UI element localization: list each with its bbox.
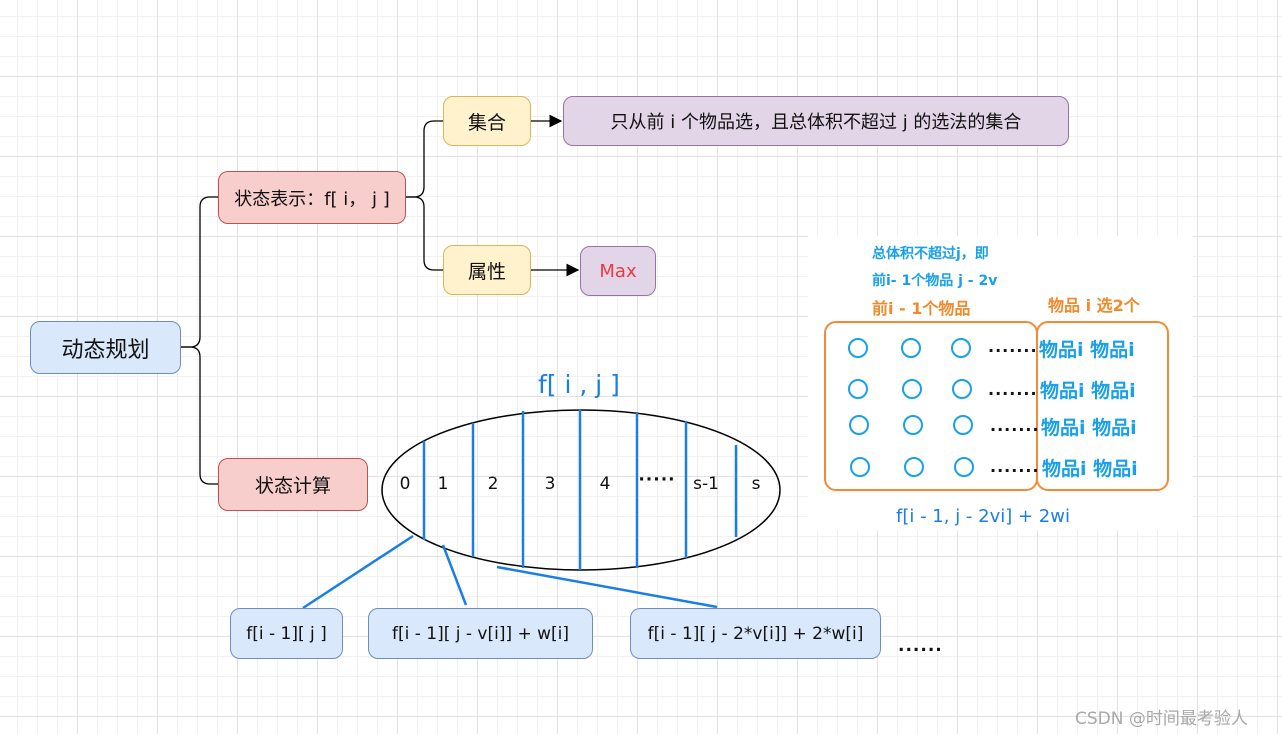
attribute-node[interactable]: 属性 bbox=[443, 245, 531, 295]
partition-cell: s bbox=[751, 474, 761, 494]
item-circle bbox=[850, 457, 870, 477]
transition-connector bbox=[302, 534, 414, 610]
item-circle bbox=[901, 338, 921, 358]
partition-cell: 0 bbox=[399, 474, 411, 494]
item-circle bbox=[951, 338, 971, 358]
partition-cell: 1 bbox=[437, 474, 449, 494]
partition-cell: 2 bbox=[487, 474, 499, 494]
root-node[interactable]: 动态规划 bbox=[30, 321, 181, 374]
partition-cell: ····· bbox=[638, 470, 676, 490]
item-i-label: 物品i 物品i bbox=[1040, 380, 1136, 402]
inset-item-pick-label: 物品 i 选2个 bbox=[1048, 296, 1140, 315]
dots: ....... bbox=[988, 337, 1038, 356]
more-transitions-ellipsis: ...... bbox=[898, 636, 943, 656]
edge-state-rep-to-attr bbox=[406, 196, 443, 271]
dots: ....... bbox=[988, 380, 1038, 399]
edge-root-to-state-calc bbox=[181, 346, 218, 485]
state-computation-node[interactable]: 状态计算 bbox=[218, 458, 368, 511]
partition-cell: 3 bbox=[544, 474, 556, 494]
inset-note-line1: 总体积不超过j，即 bbox=[872, 246, 989, 262]
transition-node-1[interactable]: f[i - 1][ j - v[i]] + w[i] bbox=[368, 608, 593, 659]
item-circle bbox=[902, 379, 922, 399]
item-circle bbox=[903, 415, 923, 435]
partition-title: f[ i , j ] bbox=[538, 370, 620, 399]
item-circle bbox=[848, 379, 868, 399]
dots: ....... bbox=[990, 457, 1040, 476]
item-circle bbox=[953, 415, 973, 435]
item-i-label: 物品i 物品i bbox=[1042, 458, 1138, 480]
item-circle bbox=[954, 457, 974, 477]
edge-root-to-state-rep bbox=[181, 196, 218, 348]
item-circle bbox=[849, 415, 869, 435]
item-circle bbox=[904, 457, 924, 477]
state-representation-node[interactable]: 状态表示：f[ i， j ] bbox=[218, 171, 406, 224]
inset-formula: f[i - 1, j - 2vi] + 2wi bbox=[896, 506, 1070, 527]
item-circle bbox=[952, 379, 972, 399]
transition-node-2[interactable]: f[i - 1][ j - 2*v[i]] + 2*w[i] bbox=[630, 608, 881, 659]
max-node[interactable]: Max bbox=[580, 246, 656, 296]
partition-cell: s-1 bbox=[693, 474, 719, 494]
inset-prev-items-label: 前i - 1个物品 bbox=[872, 299, 971, 318]
transition-node-0[interactable]: f[i - 1][ j ] bbox=[230, 608, 343, 659]
edge-state-rep-to-set bbox=[406, 120, 443, 198]
partition-cell: 4 bbox=[599, 474, 611, 494]
item-circle bbox=[848, 338, 868, 358]
watermark: CSDN @时间最考验人 bbox=[1075, 709, 1248, 729]
inset-note-line2: 前i- 1个物品 j - 2v bbox=[872, 273, 998, 289]
dots: ....... bbox=[990, 416, 1040, 435]
set-node[interactable]: 集合 bbox=[443, 96, 531, 146]
item-i-label: 物品i 物品i bbox=[1041, 417, 1137, 439]
item-i-label: 物品i 物品i bbox=[1039, 339, 1135, 361]
transition-connector bbox=[496, 565, 718, 609]
set-description-node[interactable]: 只从前 i 个物品选，且总体积不超过 j 的选法的集合 bbox=[563, 96, 1069, 146]
